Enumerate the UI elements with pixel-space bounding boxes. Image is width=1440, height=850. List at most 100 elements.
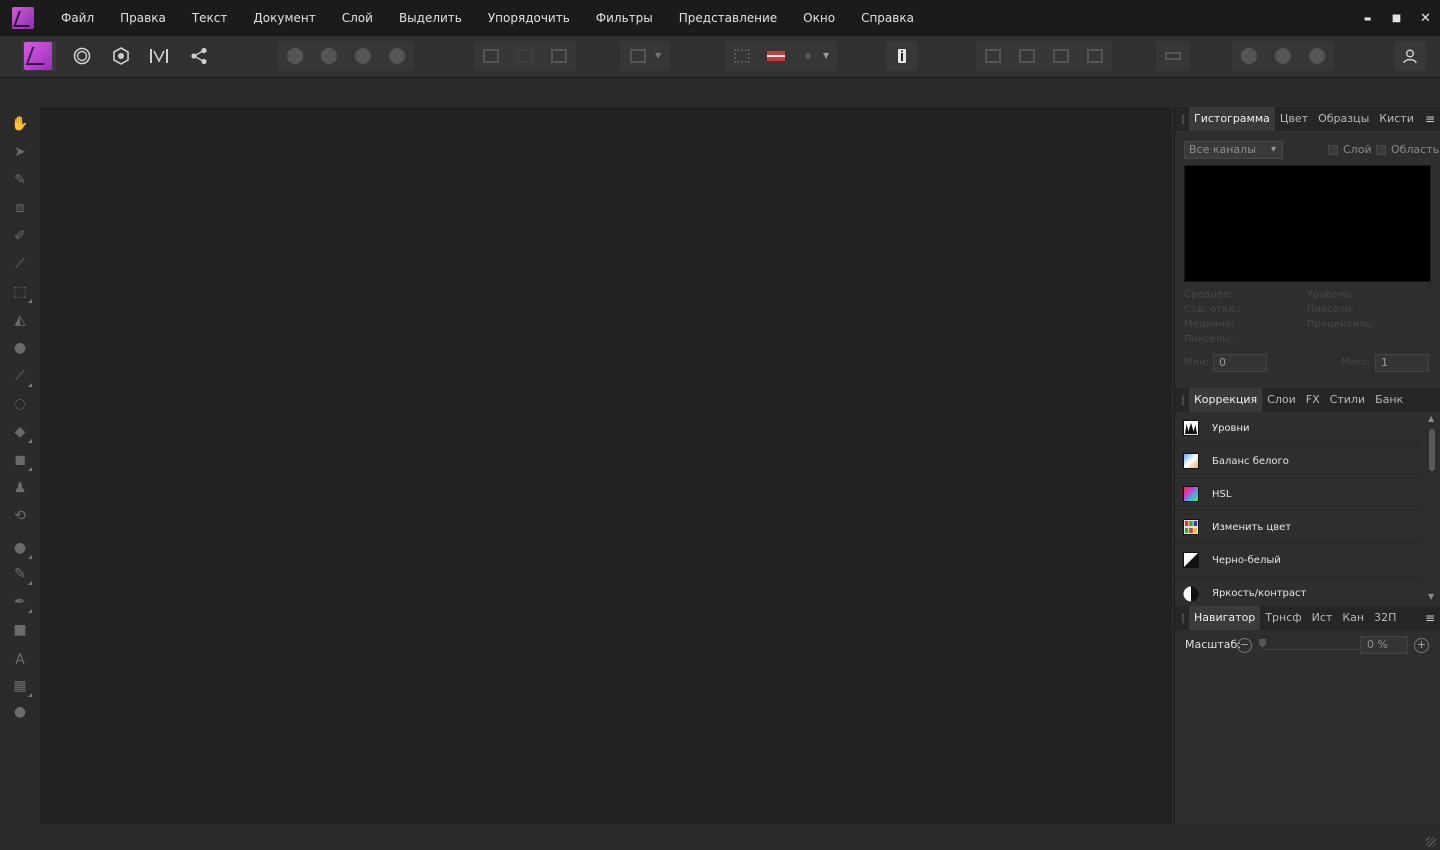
hand-tool-icon[interactable]: ✋ bbox=[8, 112, 32, 136]
tab-navigator[interactable]: Навигатор bbox=[1189, 606, 1261, 630]
adjustment-white-balance[interactable]: Баланс белого bbox=[1175, 445, 1421, 478]
tab-fx[interactable]: FX bbox=[1301, 388, 1325, 412]
dodge-tool-icon[interactable]: ◌ bbox=[8, 392, 32, 416]
blur-tool-icon[interactable]: ● bbox=[8, 536, 32, 560]
deselect-button[interactable] bbox=[508, 41, 542, 71]
marquee-tool-icon[interactable]: ⬚ bbox=[8, 280, 32, 304]
arrange-front-button[interactable] bbox=[1078, 41, 1112, 71]
assistant-button[interactable] bbox=[793, 41, 823, 71]
layer-checkbox[interactable]: Слой bbox=[1328, 143, 1372, 156]
color-mode-button[interactable] bbox=[759, 41, 793, 71]
menu-layer[interactable]: Слой bbox=[329, 0, 386, 36]
boolean-intersect-button[interactable] bbox=[1300, 41, 1334, 71]
menu-select[interactable]: Выделить bbox=[386, 0, 475, 36]
arrange-forward-button[interactable] bbox=[1044, 41, 1078, 71]
area-checkbox[interactable]: Область bbox=[1376, 143, 1439, 156]
export-persona-button[interactable] bbox=[183, 41, 215, 71]
minimize-button[interactable]: ▬ bbox=[1353, 0, 1382, 36]
menu-file[interactable]: Файл bbox=[48, 0, 107, 36]
arrange-backward-button[interactable] bbox=[1010, 41, 1044, 71]
auto-colors-button[interactable] bbox=[346, 41, 380, 71]
menu-view[interactable]: Представление bbox=[666, 0, 790, 36]
menu-edit[interactable]: Правка bbox=[107, 0, 179, 36]
panel-grip[interactable]: || bbox=[1175, 388, 1189, 412]
tab-histogram[interactable]: Гистограмма bbox=[1189, 107, 1275, 131]
tab-history[interactable]: Ист bbox=[1307, 606, 1338, 630]
tab-styles[interactable]: Стили bbox=[1325, 388, 1370, 412]
adjustment-replace-color[interactable]: Изменить цвет bbox=[1175, 511, 1421, 544]
info-button[interactable] bbox=[886, 41, 918, 71]
zoom-value-field[interactable]: 0 % bbox=[1360, 636, 1408, 654]
tab-brushes[interactable]: Кисти bbox=[1374, 107, 1419, 131]
zoom-in-button[interactable]: + bbox=[1414, 638, 1429, 653]
tab-32bit[interactable]: 32П bbox=[1369, 606, 1401, 630]
panel-menu-icon[interactable]: ≡ bbox=[1425, 606, 1435, 630]
menu-help[interactable]: Справка bbox=[848, 0, 927, 36]
menu-arrange[interactable]: Упорядочить bbox=[475, 0, 583, 36]
align-button[interactable] bbox=[1156, 41, 1190, 71]
tab-adjustment[interactable]: Коррекция bbox=[1189, 388, 1263, 412]
pen-tool-icon[interactable]: ✒ bbox=[8, 590, 32, 614]
arrange-back-button[interactable] bbox=[976, 41, 1010, 71]
snapping-button[interactable] bbox=[725, 41, 759, 71]
chevron-down-icon[interactable]: ▼ bbox=[655, 41, 669, 71]
zoom-out-button[interactable]: − bbox=[1237, 638, 1252, 653]
eyedropper-tool-icon[interactable]: ✐ bbox=[8, 224, 32, 248]
adjustment-levels[interactable]: Уровни bbox=[1175, 412, 1421, 445]
paint-brush-tool-icon[interactable]: ⟋ bbox=[8, 364, 32, 388]
zoom-slider-handle[interactable] bbox=[1259, 639, 1266, 648]
boolean-subtract-button[interactable] bbox=[1266, 41, 1300, 71]
panel-grip[interactable]: || bbox=[1175, 606, 1189, 630]
maximize-button[interactable]: ■ bbox=[1382, 0, 1411, 36]
selection-brush-tool-icon[interactable]: ⟋ bbox=[8, 252, 32, 276]
tab-swatches[interactable]: Образцы bbox=[1313, 107, 1374, 131]
panel-menu-icon[interactable]: ≡ bbox=[1425, 107, 1435, 131]
close-button[interactable]: ✕ bbox=[1411, 0, 1440, 36]
mesh-warp-tool-icon[interactable]: ▦ bbox=[8, 674, 32, 698]
eraser-tool-icon[interactable]: ◆ bbox=[8, 420, 32, 444]
document-canvas[interactable] bbox=[40, 107, 1172, 824]
scroll-thumb[interactable] bbox=[1429, 429, 1435, 471]
tab-channels[interactable]: Кан bbox=[1337, 606, 1369, 630]
min-field[interactable]: 0 bbox=[1213, 354, 1267, 372]
scroll-up-icon[interactable]: ▲ bbox=[1428, 414, 1434, 423]
crop-tool-icon[interactable]: ⧈ bbox=[8, 196, 32, 220]
gradient-tool-icon[interactable]: ● bbox=[8, 336, 32, 360]
zoom-tool-icon[interactable]: ● bbox=[8, 700, 32, 724]
auto-levels-button[interactable] bbox=[278, 41, 312, 71]
flood-fill-tool-icon[interactable]: ◭ bbox=[8, 308, 32, 332]
rectangle-tool-icon[interactable]: ■ bbox=[8, 618, 32, 642]
resize-grip-icon[interactable] bbox=[1426, 837, 1436, 847]
develop-persona-button[interactable] bbox=[105, 41, 137, 71]
adjustment-black-white[interactable]: Черно-белый bbox=[1175, 544, 1421, 577]
menu-text[interactable]: Текст bbox=[179, 0, 241, 36]
zoom-slider-track[interactable] bbox=[1263, 649, 1359, 650]
channel-select[interactable]: Все каналы bbox=[1184, 141, 1283, 159]
tab-transform[interactable]: Трнсф bbox=[1260, 606, 1306, 630]
chevron-down-icon[interactable]: ▼ bbox=[823, 41, 837, 71]
quick-mask-button[interactable] bbox=[621, 41, 655, 71]
max-field[interactable]: 1 bbox=[1375, 354, 1429, 372]
adjustment-hsl[interactable]: HSL bbox=[1175, 478, 1421, 511]
text-tool-icon[interactable]: A bbox=[8, 648, 32, 672]
select-all-button[interactable] bbox=[474, 41, 508, 71]
boolean-add-button[interactable] bbox=[1232, 41, 1266, 71]
tab-layers[interactable]: Слои bbox=[1262, 388, 1301, 412]
liquify-persona-button[interactable] bbox=[66, 41, 98, 71]
move-tool-icon[interactable]: ➤ bbox=[8, 140, 32, 164]
red-eye-tool-icon[interactable]: ✎ bbox=[8, 562, 32, 586]
panel-grip[interactable]: || bbox=[1175, 107, 1189, 131]
menu-document[interactable]: Документ bbox=[240, 0, 328, 36]
healing-tool-icon[interactable]: ⟲ bbox=[8, 504, 32, 528]
tone-mapping-persona-button[interactable] bbox=[143, 41, 175, 71]
auto-contrast-button[interactable] bbox=[312, 41, 346, 71]
menu-window[interactable]: Окно bbox=[790, 0, 848, 36]
tab-stock[interactable]: Банк bbox=[1370, 388, 1408, 412]
menu-filters[interactable]: Фильтры bbox=[583, 0, 666, 36]
tab-color[interactable]: Цвет bbox=[1275, 107, 1313, 131]
clone-tool-icon[interactable]: ♟ bbox=[8, 476, 32, 500]
scroll-down-icon[interactable]: ▼ bbox=[1428, 592, 1434, 601]
smudge-tool-icon[interactable]: ◼ bbox=[8, 448, 32, 472]
color-picker-tool-icon[interactable]: ✎ bbox=[8, 168, 32, 192]
invert-selection-button[interactable] bbox=[542, 41, 576, 71]
